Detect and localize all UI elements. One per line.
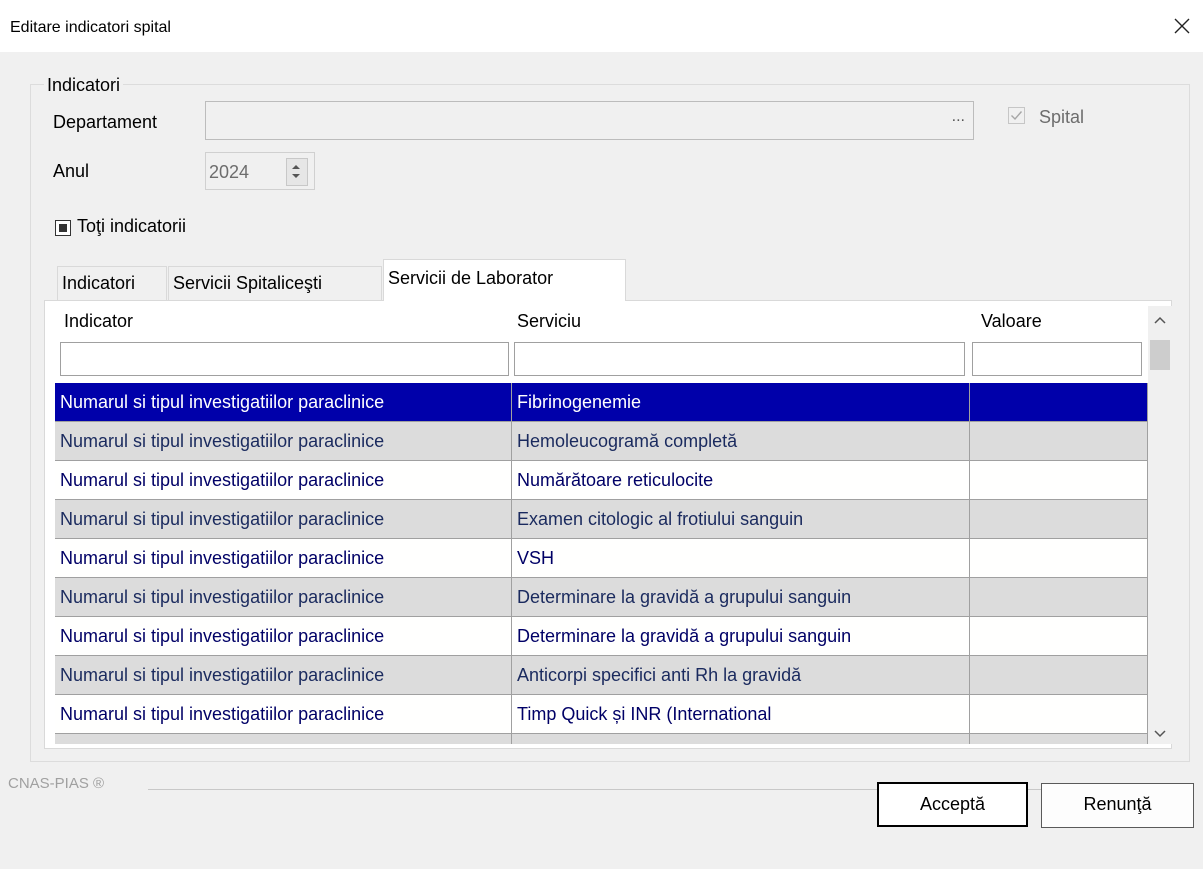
table-row[interactable]: Numarul si tipul investigatiilor paracli… — [55, 422, 1148, 461]
table-row[interactable]: Numarul si tipul investigatiilor paracli… — [55, 500, 1148, 539]
all-indicators-label: Toţi indicatorii — [77, 216, 187, 236]
table-row[interactable]: Numarul si tipul investigatiilor paracli… — [55, 734, 1148, 744]
scroll-down-icon[interactable] — [1153, 726, 1167, 740]
dialog-body: Indicatori Departament ... Spital Anul 2… — [0, 52, 1203, 869]
spin-up-icon[interactable] — [292, 165, 300, 169]
cell-valoare[interactable] — [970, 461, 1148, 500]
table-row[interactable]: Numarul si tipul investigatiilor paracli… — [55, 656, 1148, 695]
cell-indicator[interactable]: Numarul si tipul investigatiilor paracli… — [55, 500, 512, 539]
accept-button[interactable]: Acceptă — [877, 782, 1028, 827]
cell-valoare[interactable] — [970, 656, 1148, 695]
cell-serviciu[interactable]: APTT — [512, 734, 970, 744]
cell-indicator[interactable]: Numarul si tipul investigatiilor paracli… — [55, 461, 512, 500]
footer-brand: CNAS-PIAS ® — [8, 775, 109, 792]
year-spin-buttons[interactable] — [286, 158, 308, 186]
cell-serviciu[interactable]: Timp Quick și INR (International — [512, 695, 970, 734]
cell-valoare[interactable] — [970, 539, 1148, 578]
year-stepper[interactable]: 2024 — [205, 152, 315, 190]
table-row[interactable]: Numarul si tipul investigatiilor paracli… — [55, 695, 1148, 734]
tab-servicii-laborator[interactable]: Servicii de Laborator — [383, 259, 626, 301]
tab-servicii-spitalicesti[interactable]: Servicii Spitaliceşti — [168, 266, 382, 300]
footer-divider — [148, 789, 1188, 790]
grid-scrollbar[interactable] — [1148, 306, 1172, 744]
filter-indicator-input[interactable] — [60, 342, 509, 376]
close-icon[interactable] — [1167, 11, 1197, 41]
window-title: Editare indicatori spital — [10, 19, 171, 36]
table-row[interactable]: Numarul si tipul investigatiilor paracli… — [55, 539, 1148, 578]
spital-label: Spital — [1039, 107, 1085, 127]
cell-valoare[interactable] — [970, 734, 1148, 744]
check-icon — [1011, 111, 1023, 121]
cell-valoare[interactable] — [970, 578, 1148, 617]
cell-valoare[interactable] — [970, 383, 1148, 422]
year-label: Anul — [53, 161, 90, 181]
cell-serviciu[interactable]: VSH — [512, 539, 970, 578]
cell-indicator[interactable]: Numarul si tipul investigatiilor paracli… — [55, 383, 512, 422]
cell-serviciu[interactable]: Examen citologic al frotiului sanguin — [512, 500, 970, 539]
table-row[interactable]: Numarul si tipul investigatiilor paracli… — [55, 383, 1148, 422]
cell-indicator[interactable]: Numarul si tipul investigatiilor paracli… — [55, 656, 512, 695]
group-label: Indicatori — [44, 75, 124, 96]
services-grid: Indicator Serviciu Valoare Numarul si ti… — [55, 306, 1148, 744]
cell-valoare[interactable] — [970, 695, 1148, 734]
scroll-up-icon[interactable] — [1153, 314, 1167, 328]
cell-valoare[interactable] — [970, 617, 1148, 656]
column-header-valoare[interactable]: Valoare — [981, 311, 1042, 332]
cell-serviciu[interactable]: Hemoleucogramă completă — [512, 422, 970, 461]
filter-valoare-input[interactable] — [972, 342, 1142, 376]
department-browse-button[interactable]: ... — [952, 108, 965, 126]
cell-indicator[interactable]: Numarul si tipul investigatiilor paracli… — [55, 617, 512, 656]
grid-rows: Numarul si tipul investigatiilor paracli… — [55, 383, 1148, 744]
cell-serviciu[interactable]: Anticorpi specifici anti Rh la gravidă — [512, 656, 970, 695]
department-label: Departament — [53, 112, 158, 132]
cell-indicator[interactable]: Numarul si tipul investigatiilor paracli… — [55, 578, 512, 617]
cell-indicator[interactable]: Numarul si tipul investigatiilor paracli… — [55, 422, 512, 461]
department-field[interactable]: ... — [205, 101, 974, 140]
all-indicators-checkbox[interactable] — [55, 220, 71, 236]
title-bar: Editare indicatori spital — [0, 0, 1203, 52]
cell-serviciu[interactable]: Determinare la gravidă a grupului sangui… — [512, 578, 970, 617]
cancel-button[interactable]: Renunţă — [1041, 783, 1194, 828]
cell-serviciu[interactable]: Fibrinogenemie — [512, 383, 970, 422]
cell-valoare[interactable] — [970, 500, 1148, 539]
cell-indicator[interactable]: Numarul si tipul investigatiilor paracli… — [55, 539, 512, 578]
table-row[interactable]: Numarul si tipul investigatiilor paracli… — [55, 461, 1148, 500]
cell-valoare[interactable] — [970, 422, 1148, 461]
spin-down-icon[interactable] — [292, 174, 300, 178]
year-value: 2024 — [209, 162, 250, 182]
indeterminate-mark-icon — [59, 224, 67, 232]
column-header-serviciu[interactable]: Serviciu — [517, 311, 581, 332]
scroll-thumb[interactable] — [1150, 340, 1170, 370]
table-row[interactable]: Numarul si tipul investigatiilor paracli… — [55, 617, 1148, 656]
cell-indicator[interactable]: Numarul si tipul investigatiilor paracli… — [55, 734, 512, 744]
cell-serviciu[interactable]: Determinare la gravidă a grupului sangui… — [512, 617, 970, 656]
cell-serviciu[interactable]: Numărătoare reticulocite — [512, 461, 970, 500]
table-row[interactable]: Numarul si tipul investigatiilor paracli… — [55, 578, 1148, 617]
filter-serviciu-input[interactable] — [514, 342, 965, 376]
column-header-indicator[interactable]: Indicator — [64, 311, 133, 332]
cell-indicator[interactable]: Numarul si tipul investigatiilor paracli… — [55, 695, 512, 734]
spital-checkbox[interactable] — [1008, 107, 1025, 124]
tab-indicatori[interactable]: Indicatori — [57, 266, 167, 300]
